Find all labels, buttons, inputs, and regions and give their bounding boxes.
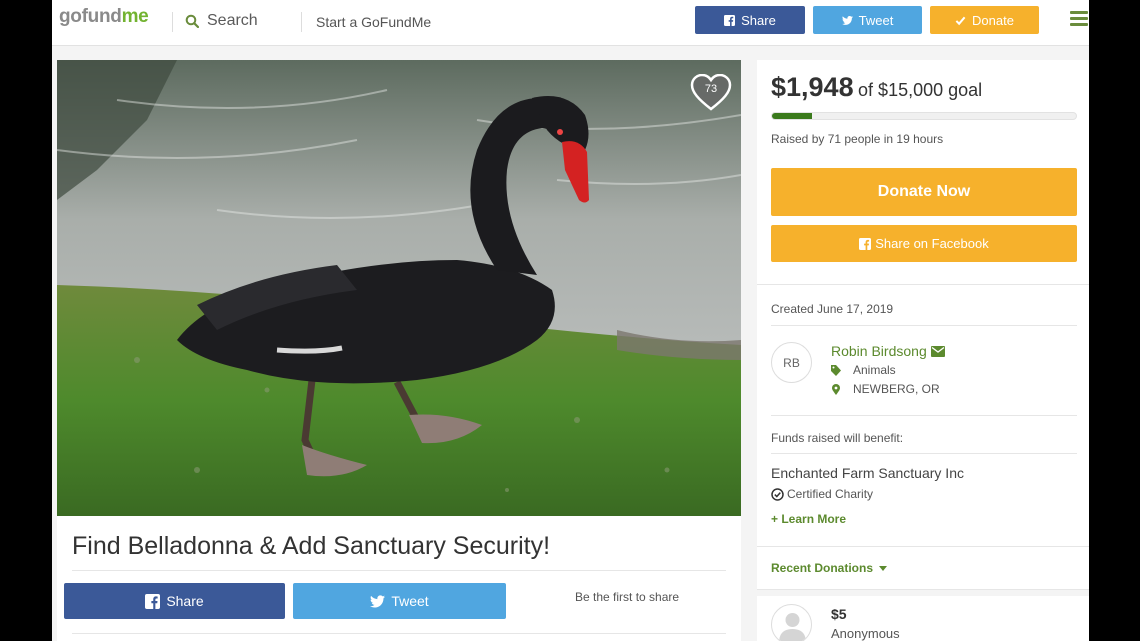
search-link[interactable]: Search [185,12,258,30]
heart-favorite-button[interactable]: 73 [690,74,732,112]
divider [771,325,1077,326]
top-nav: gofundme Search Start a GoFundMe Share T… [52,0,1089,46]
divider [771,415,1077,416]
hamburger-menu-icon[interactable] [1070,11,1088,27]
share-on-facebook-button[interactable]: Share on Facebook [771,225,1077,262]
divider [72,633,726,634]
donation-list: $5 Anonymous [757,596,1089,641]
check-circle-icon [771,487,784,501]
progress-bar [771,112,1077,120]
location-row: NEWBERG, OR [831,382,940,396]
gofundme-logo[interactable]: gofundme [59,6,149,28]
share-button[interactable]: Share [64,583,285,619]
header-divider [301,12,302,32]
campaign-title: Find Belladonna & Add Sanctuary Security… [72,532,551,560]
heart-count: 73 [704,83,718,95]
recent-donations-header: Recent Donations [757,546,1089,590]
page: gofundme Search Start a GoFundMe Share T… [52,0,1089,641]
start-gofundme-link[interactable]: Start a GoFundMe [316,14,431,30]
header-tweet-button[interactable]: Tweet [813,6,922,34]
donor-name: Anonymous [831,626,900,641]
checkmark-icon [955,16,966,25]
campaign-title-card: Find Belladonna & Add Sanctuary Security… [57,516,741,641]
header-divider [172,12,173,32]
donor-avatar [771,604,812,641]
campaign-hero-image: 73 [57,60,741,516]
donation-amount: $5 [831,606,847,622]
share-label: Share [166,593,204,609]
search-label: Search [207,12,258,29]
organizer-name: Robin Birdsong [831,343,927,359]
recent-donations-label: Recent Donations [771,561,874,575]
created-date: Created June 17, 2019 [771,302,894,316]
progress-fill [772,113,812,119]
black-swan-photo [57,60,741,516]
donation-card: $1,948 of $15,000 goal Raised by 71 peop… [757,60,1089,284]
funds-benefit-label: Funds raised will benefit: [771,431,904,445]
tag-icon [831,364,841,376]
tweet-label: Tweet [391,593,429,609]
header-share-button[interactable]: Share [695,6,805,34]
category-label[interactable]: Animals [853,363,896,377]
header-donate-button[interactable]: Donate [930,6,1039,34]
recent-donations-toggle[interactable]: Recent Donations [771,561,888,575]
divider [72,570,726,571]
header-share-label: Share [741,12,776,28]
user-silhouette-icon [779,613,806,641]
certified-charity-badge: Certified Charity [771,487,873,501]
map-pin-icon [832,383,840,395]
first-to-share-text: Be the first to share [575,590,680,604]
raised-amount: $1,948 [771,72,854,102]
location-label: NEWBERG, OR [853,382,940,396]
header-donate-label: Donate [972,12,1014,28]
caret-down-icon [879,565,888,571]
twitter-icon [370,594,386,607]
raised-by-text: Raised by 71 people in 19 hours [771,132,944,146]
search-icon [185,14,199,28]
facebook-icon [724,14,736,26]
learn-more-link[interactable]: + Learn More [771,512,846,526]
tweet-button[interactable]: Tweet [293,583,506,619]
charity-name: Enchanted Farm Sanctuary Inc [771,465,964,481]
campaign-details-card: Created June 17, 2019 RB Robin Birdsong … [757,284,1089,546]
twitter-icon [841,15,853,25]
raised-summary: $1,948 of $15,000 goal [771,72,982,103]
goal-text: of $15,000 goal [858,80,983,100]
header-tweet-label: Tweet [858,12,894,28]
facebook-icon [145,593,161,609]
organizer-link[interactable]: Robin Birdsong [831,343,945,359]
category-row: Animals [831,363,896,377]
logo-suffix: me [121,6,149,27]
envelope-icon[interactable] [930,345,945,357]
donate-now-button[interactable]: Donate Now [771,168,1077,216]
facebook-icon [859,237,872,250]
logo-prefix: gofund [59,6,122,27]
divider [771,453,1077,454]
certified-charity-label: Certified Charity [787,487,874,501]
share-on-facebook-label: Share on Facebook [875,236,989,251]
organizer-avatar: RB [771,342,812,383]
